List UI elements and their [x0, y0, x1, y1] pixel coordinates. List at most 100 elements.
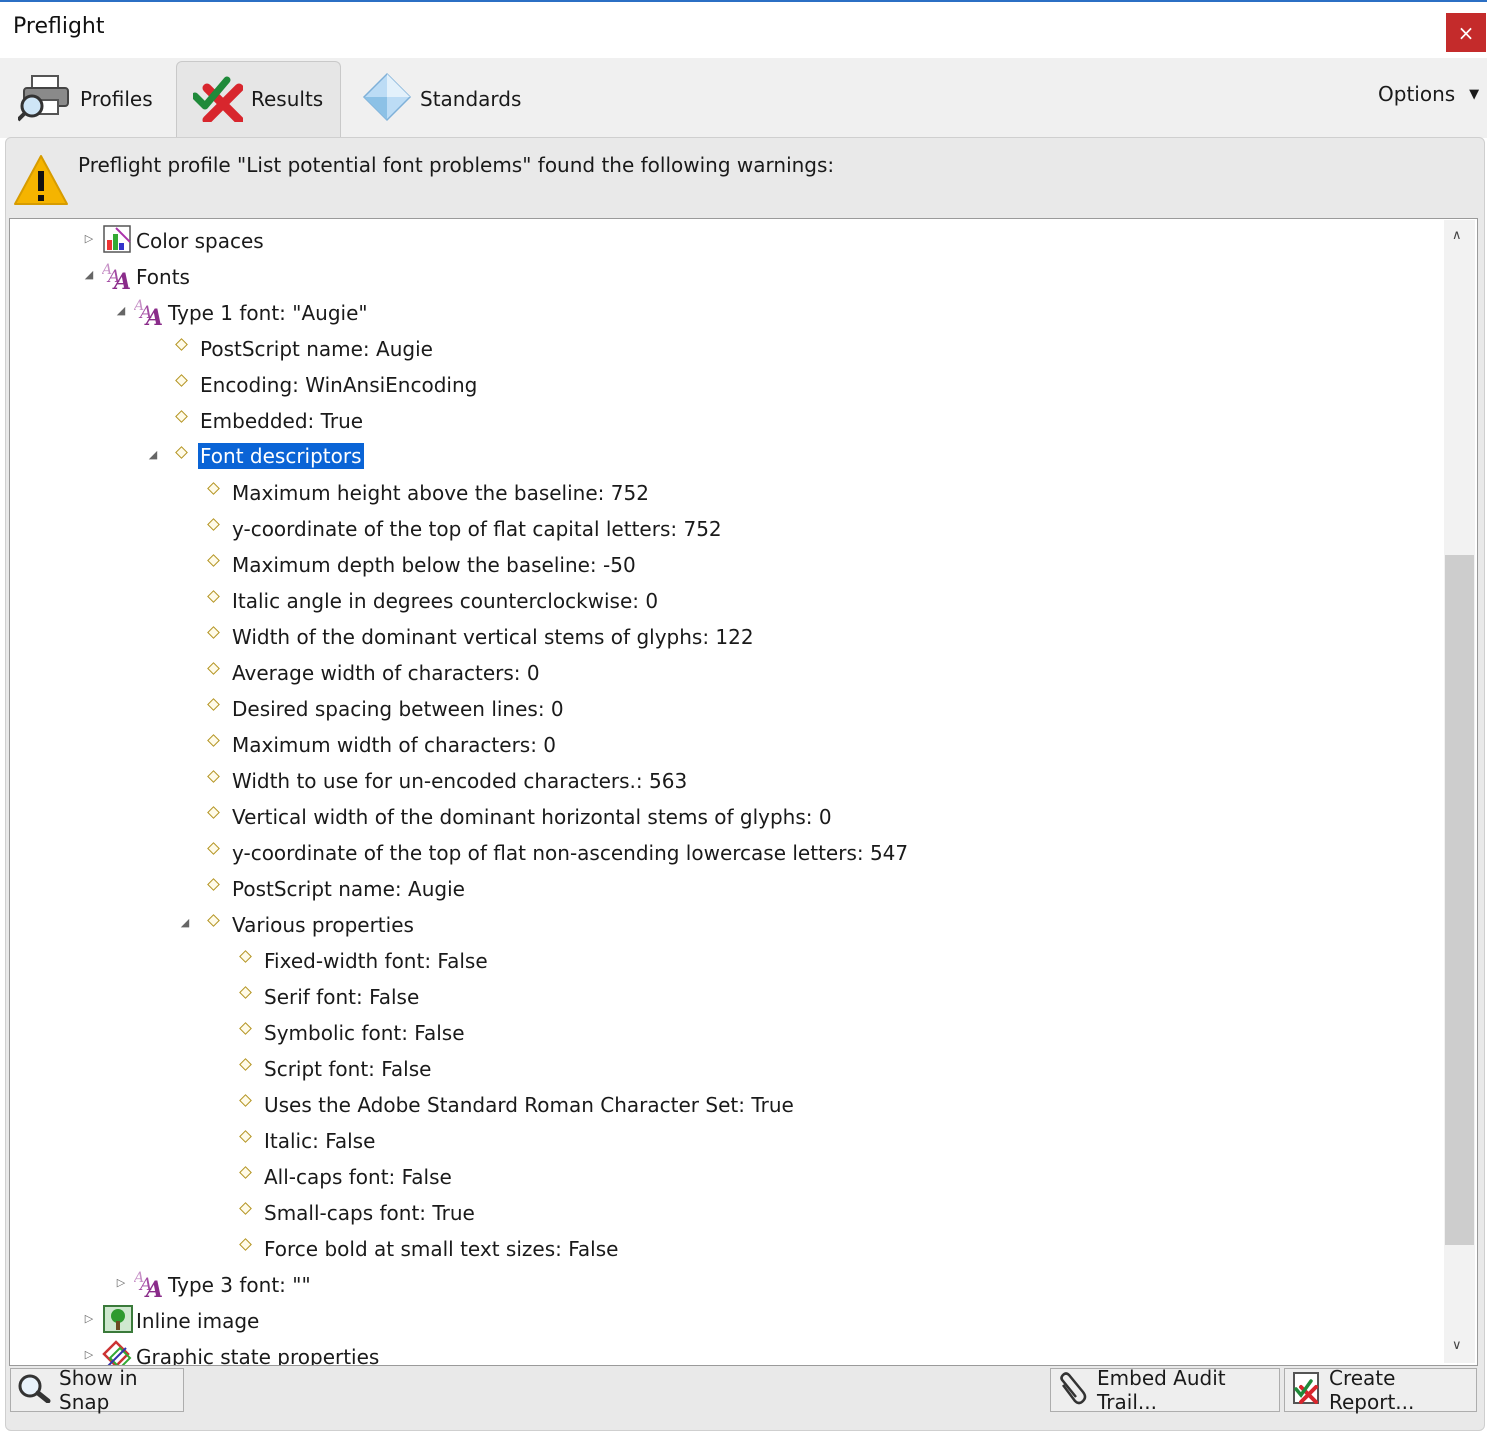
warning-message: Preflight profile "List potential font p… — [78, 153, 835, 177]
tree-item[interactable]: ▷ Inline image — [10, 1304, 1440, 1338]
tree-item[interactable]: ◢ Various properties — [10, 908, 1440, 942]
property-diamond-icon — [239, 1166, 252, 1179]
tree-item[interactable]: Italic: False — [10, 1124, 1440, 1158]
paperclip-icon — [1057, 1371, 1089, 1410]
tree-item[interactable]: Script font: False — [10, 1052, 1440, 1086]
property-diamond-icon — [207, 482, 220, 495]
tab-profiles[interactable]: Profiles — [16, 62, 153, 136]
property-diamond-icon — [175, 338, 188, 351]
property-diamond-icon — [175, 374, 188, 387]
tree-item[interactable]: ▷ Graphic state properties — [10, 1340, 1440, 1366]
property-diamond-icon — [207, 806, 220, 819]
tree-item-label: Fixed-width font: False — [264, 949, 488, 973]
tree-item[interactable]: ▷ A A A Type 3 font: "" — [10, 1268, 1440, 1303]
tree-item-label: Graphic state properties — [136, 1345, 380, 1366]
property-diamond-icon — [207, 770, 220, 783]
expand-arrow-icon[interactable]: ▷ — [83, 1312, 95, 1325]
graphic-state-icon — [102, 1340, 134, 1365]
tree-item-label: Desired spacing between lines: 0 — [232, 697, 564, 721]
close-button[interactable]: × — [1446, 13, 1486, 52]
tree-item-label: Uses the Adobe Standard Roman Character … — [264, 1093, 794, 1117]
tab-profiles-label: Profiles — [80, 87, 153, 111]
property-diamond-icon — [239, 1202, 252, 1215]
tree-item-label: Serif font: False — [264, 985, 420, 1009]
tree-item[interactable]: Embedded: True — [10, 404, 1440, 438]
property-diamond-icon — [239, 950, 252, 963]
collapse-arrow-icon[interactable]: ◢ — [115, 304, 127, 317]
options-menu[interactable]: Options ▼ — [1378, 82, 1479, 106]
property-diamond-icon — [175, 446, 188, 459]
tree-item[interactable]: Maximum width of characters: 0 — [10, 728, 1440, 762]
show-in-snap-button[interactable]: Show in Snap — [10, 1366, 184, 1414]
tree-item[interactable]: ◢ Font descriptors — [10, 440, 1440, 474]
tree-item[interactable]: y-coordinate of the top of flat non-asce… — [10, 836, 1440, 870]
tree-item[interactable]: y-coordinate of the top of flat capital … — [10, 512, 1440, 546]
expand-arrow-icon[interactable]: ▷ — [83, 232, 95, 245]
tree-item[interactable]: All-caps font: False — [10, 1160, 1440, 1194]
tree-item-label: Vertical width of the dominant horizonta… — [232, 805, 832, 829]
tree-item[interactable]: Vertical width of the dominant horizonta… — [10, 800, 1440, 834]
magnifier-icon — [17, 1373, 51, 1408]
tree-item[interactable]: Small-caps font: True — [10, 1196, 1440, 1230]
scroll-up-icon[interactable]: ∧ — [1452, 228, 1462, 243]
show-in-snap-label: Show in Snap — [59, 1366, 138, 1414]
window-title: Preflight — [13, 14, 105, 39]
tree-item-label: Encoding: WinAnsiEncoding — [200, 373, 478, 397]
create-report-button[interactable]: Create Report... — [1284, 1366, 1477, 1414]
tree-item-label: y-coordinate of the top of flat capital … — [232, 517, 722, 541]
tree-item[interactable]: Width to use for un-encoded characters.:… — [10, 764, 1440, 798]
close-icon: × — [1457, 20, 1475, 45]
tree-item[interactable]: ▷ Color spaces — [10, 224, 1440, 258]
tree-item[interactable]: Average width of characters: 0 — [10, 656, 1440, 690]
tree-item[interactable]: Encoding: WinAnsiEncoding — [10, 368, 1440, 402]
tree-item[interactable]: Force bold at small text sizes: False — [10, 1232, 1440, 1266]
warning-icon — [13, 154, 69, 210]
tree-item[interactable]: Uses the Adobe Standard Roman Character … — [10, 1088, 1440, 1122]
tree-item[interactable]: PostScript name: Augie — [10, 872, 1440, 906]
embed-audit-trail-button[interactable]: Embed Audit Trail... — [1050, 1366, 1280, 1414]
tree-item[interactable]: PostScript name: Augie — [10, 332, 1440, 366]
scroll-down-icon[interactable]: ∨ — [1452, 1338, 1462, 1353]
tree-item-label: Type 3 font: "" — [168, 1273, 311, 1297]
tree-item-label: Symbolic font: False — [264, 1021, 465, 1045]
chevron-down-icon: ▼ — [1469, 86, 1480, 102]
property-diamond-icon — [207, 554, 220, 567]
window-top-border — [0, 0, 1487, 2]
tree-item[interactable]: ◢ A A A Type 1 font: "Augie" — [10, 296, 1440, 331]
tree-item[interactable]: Serif font: False — [10, 980, 1440, 1014]
check-cross-icon — [191, 72, 244, 127]
tree-item-label: Inline image — [136, 1309, 260, 1333]
results-tree[interactable]: ▷ Color spaces ◢ A A A Fonts ◢ A A A Type 1 font: "… — [9, 218, 1478, 1366]
tree-item[interactable]: Maximum height above the baseline: 752 — [10, 476, 1440, 510]
collapse-arrow-icon[interactable]: ◢ — [179, 916, 191, 929]
tree-item-label: Embedded: True — [200, 409, 364, 433]
property-diamond-icon — [239, 1058, 252, 1071]
tab-standards[interactable]: Standards — [362, 62, 521, 136]
tree-item[interactable]: Desired spacing between lines: 0 — [10, 692, 1440, 726]
collapse-arrow-icon[interactable]: ◢ — [147, 448, 159, 461]
tree-item-label: Maximum width of characters: 0 — [232, 733, 557, 757]
expand-arrow-icon[interactable]: ▷ — [83, 1348, 95, 1361]
tree-item[interactable]: Width of the dominant vertical stems of … — [10, 620, 1440, 654]
font-icon: AAA — [100, 260, 134, 295]
property-diamond-icon — [207, 842, 220, 855]
tree-item[interactable]: Italic angle in degrees counterclockwise… — [10, 584, 1440, 618]
tree-item[interactable]: ◢ A A A Fonts — [10, 260, 1440, 295]
property-diamond-icon — [207, 662, 220, 675]
tab-results-label: Results — [251, 87, 324, 111]
tab-results[interactable]: Results — [191, 62, 324, 136]
tree-item-label: Width to use for un-encoded characters.:… — [232, 769, 688, 793]
expand-arrow-icon[interactable]: ▷ — [115, 1276, 127, 1289]
embed-audit-trail-label: Embed Audit Trail... — [1097, 1366, 1226, 1414]
scrollbar-thumb[interactable] — [1445, 555, 1474, 1245]
collapse-arrow-icon[interactable]: ◢ — [83, 268, 95, 281]
tree-item[interactable]: Maximum depth below the baseline: -50 — [10, 548, 1440, 582]
tree-item[interactable]: Fixed-width font: False — [10, 944, 1440, 978]
property-diamond-icon — [239, 986, 252, 999]
tree-item[interactable]: Symbolic font: False — [10, 1016, 1440, 1050]
tree-item-label: Various properties — [232, 913, 414, 937]
inline-image-icon — [102, 1304, 134, 1339]
property-diamond-icon — [207, 878, 220, 891]
property-diamond-icon — [207, 698, 220, 711]
font-icon: AAA — [132, 1268, 166, 1303]
